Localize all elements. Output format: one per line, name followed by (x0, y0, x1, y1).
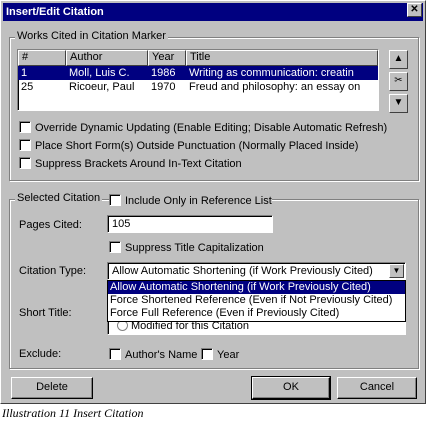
override-updating-label: Override Dynamic Updating (Enable Editin… (35, 122, 388, 134)
citation-type-label: Citation Type: (19, 265, 87, 277)
cell-title: Writing as communication: creatin (189, 67, 354, 79)
citation-type-value: Allow Automatic Shortening (if Work Prev… (112, 265, 373, 277)
cell-number: 1 (21, 67, 28, 79)
exclude-author-label: Author's Name (125, 349, 198, 361)
column-header-number[interactable]: # (18, 50, 66, 66)
exclude-author-option[interactable]: Author's Name (109, 348, 197, 361)
suppress-brackets-checkbox[interactable] (19, 157, 31, 169)
exclude-year-option[interactable]: Year (201, 348, 239, 361)
column-header-title[interactable]: Title (186, 50, 378, 66)
override-updating-option[interactable]: Override Dynamic Updating (Enable Editin… (19, 121, 387, 134)
cancel-button[interactable]: Cancel (337, 377, 417, 399)
column-header-year[interactable]: Year (148, 50, 186, 66)
short-title-label: Short Title: (19, 307, 72, 319)
figure-caption: Illustration 11 Insert Citation (2, 406, 144, 420)
suppress-title-cap-checkbox[interactable] (109, 241, 121, 253)
dropdown-option[interactable]: Force Full Reference (Even if Previously… (108, 307, 405, 320)
cell-author: Ricoeur, Paul (69, 81, 135, 93)
column-header-author[interactable]: Author (66, 50, 148, 66)
exclude-year-checkbox[interactable] (201, 348, 213, 360)
ok-button[interactable]: OK (251, 376, 331, 400)
list-item[interactable]: 25 Ricoeur, Paul 1970 Freud and philosop… (18, 80, 378, 94)
include-only-reference-checkbox[interactable] (109, 194, 121, 206)
citation-type-dropdown-list[interactable]: Allow Automatic Shortening (if Work Prev… (107, 280, 406, 322)
include-only-reference-option[interactable]: Include Only in Reference List (109, 194, 272, 207)
works-cited-group-label: Works Cited in Citation Marker (15, 30, 168, 42)
cell-number: 25 (21, 81, 34, 93)
exclude-author-checkbox[interactable] (109, 348, 121, 360)
suppress-title-cap-label: Suppress Title Capitalization (125, 242, 264, 254)
citation-type-select[interactable]: Allow Automatic Shortening (if Work Prev… (107, 262, 406, 280)
suppress-title-cap-option[interactable]: Suppress Title Capitalization (109, 241, 264, 254)
insert-edit-citation-dialog: Insert/Edit Citation ✕ Works Cited in Ci… (0, 0, 426, 404)
place-short-form-label: Place Short Form(s) Outside Punctuation … (35, 140, 359, 152)
dropdown-option[interactable]: Force Shortened Reference (Even if Not P… (108, 294, 405, 307)
suppress-brackets-option[interactable]: Suppress Brackets Around In-Text Citatio… (19, 157, 242, 170)
cell-title: Freud and philosophy: an essay on (189, 81, 361, 93)
suppress-brackets-label: Suppress Brackets Around In-Text Citatio… (35, 158, 242, 170)
dropdown-arrow-button[interactable]: ▼ (389, 264, 404, 278)
override-updating-checkbox[interactable] (19, 121, 31, 133)
close-button[interactable]: ✕ (407, 3, 422, 17)
chevron-down-icon: ▼ (392, 266, 401, 275)
exclude-year-label: Year (217, 349, 240, 361)
move-up-icon: ▲ (393, 53, 404, 64)
works-cited-list[interactable]: # Author Year Title 1 Moll, Luis C. 1986… (17, 49, 379, 111)
cut-scissors-icon: ✂ (394, 75, 403, 86)
selected-citation-group-label: Selected Citation (15, 192, 103, 204)
exclude-label: Exclude: (19, 348, 62, 360)
move-up-button[interactable]: ▲ (389, 50, 408, 69)
delete-button[interactable]: Delete (11, 377, 93, 399)
list-header: # Author Year Title (18, 50, 378, 66)
remove-citation-button[interactable]: ✂ (389, 72, 408, 91)
pages-cited-input[interactable]: 105 (107, 215, 273, 233)
list-item[interactable]: 1 Moll, Luis C. 1986 Writing as communic… (18, 66, 378, 80)
place-short-form-checkbox[interactable] (19, 139, 31, 151)
move-down-icon: ▼ (393, 97, 404, 108)
cell-year: 1970 (151, 81, 176, 93)
cell-year: 1986 (151, 67, 176, 79)
include-only-reference-label: Include Only in Reference List (125, 195, 272, 207)
pages-cited-label: Pages Cited: (19, 219, 82, 231)
move-down-button[interactable]: ▼ (389, 94, 408, 113)
dropdown-option[interactable]: Allow Automatic Shortening (if Work Prev… (108, 281, 405, 294)
dialog-title: Insert/Edit Citation (3, 3, 423, 21)
place-short-form-option[interactable]: Place Short Form(s) Outside Punctuation … (19, 139, 358, 152)
cell-author: Moll, Luis C. (69, 67, 130, 79)
